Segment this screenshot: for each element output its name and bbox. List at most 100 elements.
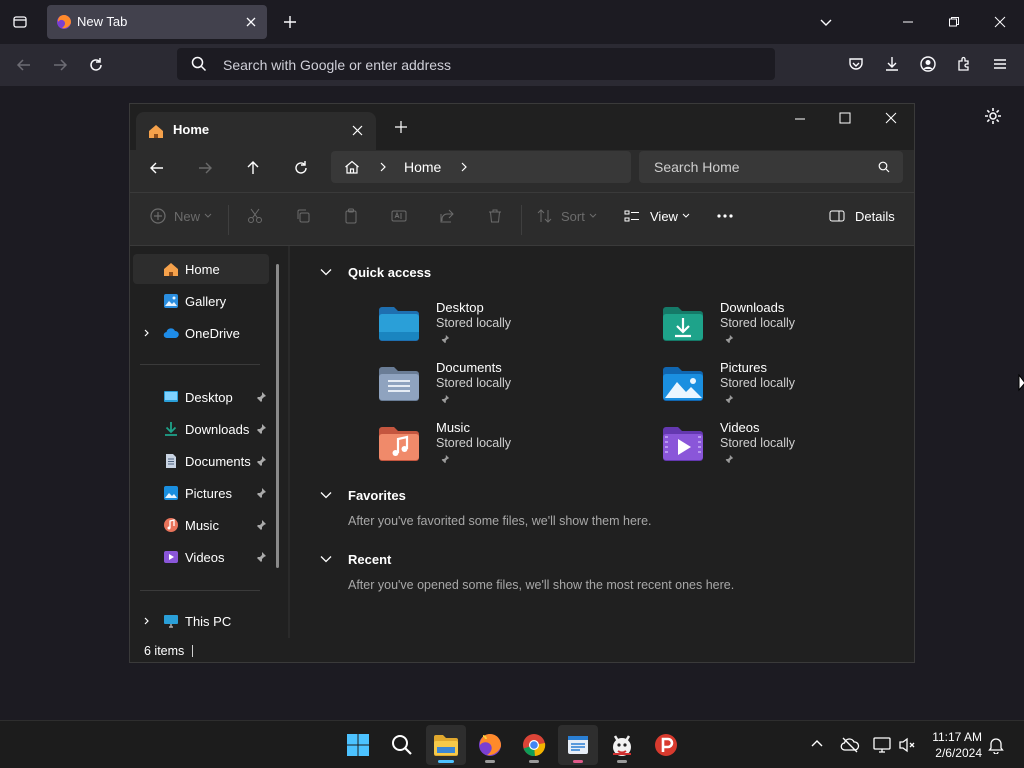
delete-button[interactable] [487,208,503,224]
sidebar-item-label: Desktop [185,390,233,405]
rename-button[interactable] [391,208,407,224]
scissors-icon [248,208,262,223]
desktop-folder-icon [379,307,419,341]
close-window-icon[interactable] [990,12,1010,32]
refresh-icon[interactable] [293,160,309,176]
sidebar-item-videos[interactable]: Videos [133,542,269,572]
new-button[interactable]: New [150,208,212,224]
taskbar-chrome[interactable] [514,725,554,765]
pictures-folder-icon [663,367,703,401]
sidebar-item-desktop[interactable]: Desktop [133,382,269,412]
pin-icon [256,456,266,467]
back-icon[interactable] [14,55,34,75]
chevron-right-icon[interactable] [378,162,388,172]
quick-access-name: Music [436,420,470,435]
minimize-icon[interactable] [898,12,918,32]
taskbar-notepad[interactable] [558,725,598,765]
file-explorer-icon [434,735,458,756]
view-button[interactable]: View [624,208,690,224]
forward-arrow-icon[interactable] [197,160,213,176]
quick-access-item[interactable]: Downloads Stored locally [662,300,902,360]
sidebar-item-pictures[interactable]: Pictures [133,478,269,508]
file-explorer-window: Home Home Search Home New Sort View Deta… [129,103,915,663]
pin-icon [256,520,266,531]
copy-icon [297,209,310,223]
notifications-bell-icon[interactable] [988,736,1006,754]
sidebar-item-documents[interactable]: Documents [133,446,269,476]
view-button-label: View [650,208,678,224]
quick-access-name: Downloads [720,300,785,315]
sidebar-item-gallery[interactable]: Gallery [133,286,269,316]
quick-access-location: Stored locally [436,376,512,390]
url-bar[interactable]: Search with Google or enter address [177,48,775,80]
browser-tab-new-tab[interactable]: New Tab [47,5,267,39]
share-icon [440,209,454,223]
volume-muted-icon[interactable] [898,736,918,754]
more-options-button[interactable] [716,208,734,224]
search-input[interactable]: Search Home [639,151,903,183]
onedrive-tray-icon[interactable] [840,736,860,754]
recent-heading[interactable]: Recent [348,552,391,567]
page-settings-gear-icon[interactable] [982,105,1004,127]
details-button[interactable]: Details [829,208,895,224]
taskbar-psiphon-mascot[interactable] [602,725,642,765]
status-divider [192,645,193,657]
taskbar-firefox[interactable] [470,725,510,765]
show-hidden-icons-button[interactable] [810,737,826,753]
quick-access-item[interactable]: Pictures Stored locally [662,360,902,420]
tab-list-icon[interactable] [8,10,32,34]
quick-access-item[interactable]: Music Stored locally [378,420,618,480]
sort-button[interactable]: Sort [537,208,597,224]
sidebar-item-home[interactable]: Home [133,254,269,284]
quick-access-item[interactable]: Desktop Stored locally [378,300,618,360]
minimize-icon[interactable] [794,113,806,125]
chevron-right-icon[interactable] [459,162,469,172]
maximize-icon[interactable] [839,112,851,124]
restore-icon[interactable] [944,12,964,32]
chevron-right-icon [144,617,149,625]
taskbar-psiphon[interactable] [646,725,686,765]
close-window-icon[interactable] [885,112,897,124]
taskbar-file-explorer[interactable] [426,725,466,765]
account-icon[interactable] [918,54,938,74]
favorites-heading[interactable]: Favorites [348,488,406,503]
clock[interactable]: 11:17 AM 2/6/2024 [922,729,982,761]
forward-icon[interactable] [50,55,70,75]
explorer-tab-home[interactable]: Home [136,112,376,150]
explorer-tab-label: Home [173,122,210,137]
pocket-icon[interactable] [846,54,866,74]
close-tab-icon[interactable] [245,16,257,28]
sidebar-item-onedrive[interactable]: OneDrive [133,318,269,348]
up-arrow-icon[interactable] [245,160,261,176]
address-bar[interactable]: Home [331,151,631,183]
quick-access-item[interactable]: Videos Stored locally [662,420,902,480]
sidebar-scrollbar[interactable] [276,264,279,568]
list-all-tabs-icon[interactable] [816,12,836,32]
paste-button[interactable] [343,208,359,224]
favorites-empty-text: After you've favorited some files, we'll… [348,514,652,528]
downloads-icon[interactable] [882,54,902,74]
sidebar-item-music[interactable]: Music [133,510,269,540]
quick-access-heading[interactable]: Quick access [348,265,431,280]
network-icon[interactable] [872,736,892,754]
new-tab-icon[interactable] [280,12,300,32]
copy-button[interactable] [295,208,311,224]
reload-icon[interactable] [86,55,106,75]
share-button[interactable] [439,208,455,224]
running-indicator [485,760,495,763]
search-button[interactable] [382,725,422,765]
sidebar-item-this-pc[interactable]: This PC [133,606,269,636]
extensions-icon[interactable] [954,54,974,74]
sidebar-item-label: Home [185,262,220,277]
sidebar-item-label: This PC [185,614,232,629]
search-icon [191,56,207,72]
new-tab-icon[interactable] [395,121,407,133]
start-button[interactable] [338,725,378,765]
cut-button[interactable] [247,208,263,224]
menu-icon[interactable] [990,54,1010,74]
breadcrumb-home[interactable]: Home [404,159,441,175]
back-arrow-icon[interactable] [149,160,165,176]
sidebar-item-downloads[interactable]: Downloads [133,414,269,444]
quick-access-item[interactable]: Documents Stored locally [378,360,618,420]
close-tab-icon[interactable] [352,125,363,136]
